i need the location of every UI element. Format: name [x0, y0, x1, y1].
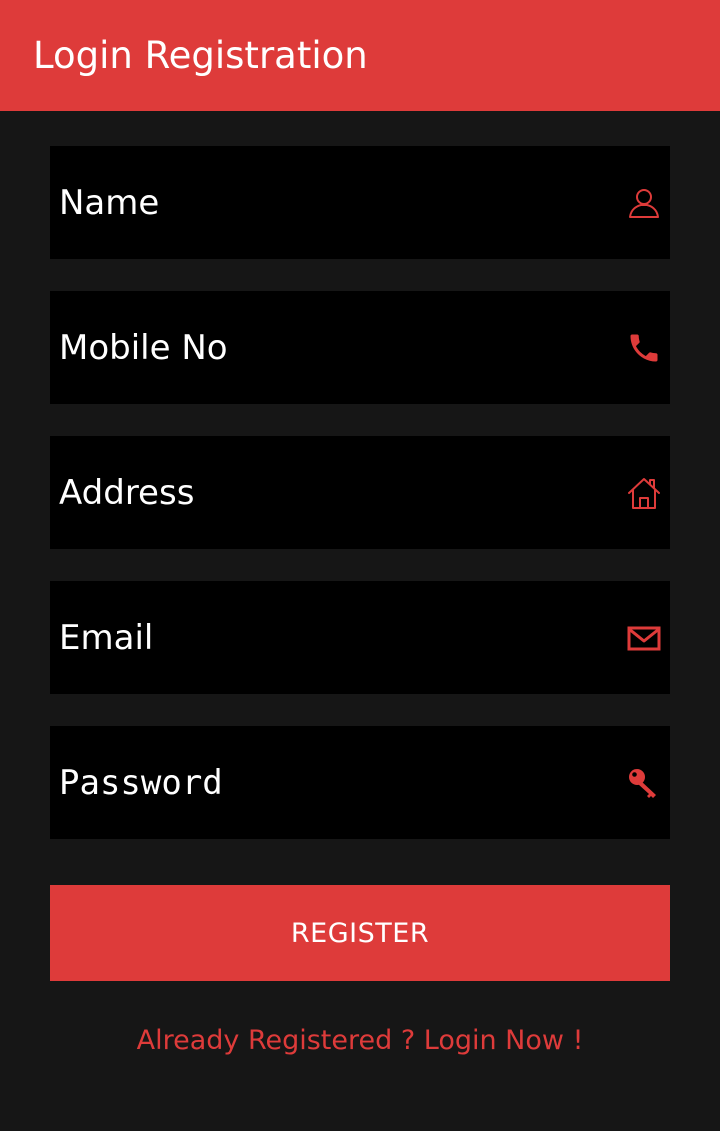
mail-icon — [626, 620, 662, 656]
password-field[interactable] — [50, 726, 670, 839]
address-field[interactable] — [50, 436, 670, 549]
password-input[interactable] — [50, 726, 670, 839]
email-input[interactable] — [50, 581, 670, 694]
register-button[interactable]: REGISTER — [50, 885, 670, 981]
user-icon — [626, 185, 662, 221]
email-field[interactable] — [50, 581, 670, 694]
app-bar: Login Registration — [0, 0, 720, 111]
name-field[interactable] — [50, 146, 670, 259]
key-icon — [626, 765, 662, 801]
mobile-field[interactable] — [50, 291, 670, 404]
page-title: Login Registration — [33, 34, 368, 77]
phone-icon — [626, 330, 662, 366]
mobile-input[interactable] — [50, 291, 670, 404]
home-icon — [626, 475, 662, 511]
address-input[interactable] — [50, 436, 670, 549]
name-input[interactable] — [50, 146, 670, 259]
login-now-link[interactable]: Already Registered ? Login Now ! — [0, 1023, 720, 1059]
